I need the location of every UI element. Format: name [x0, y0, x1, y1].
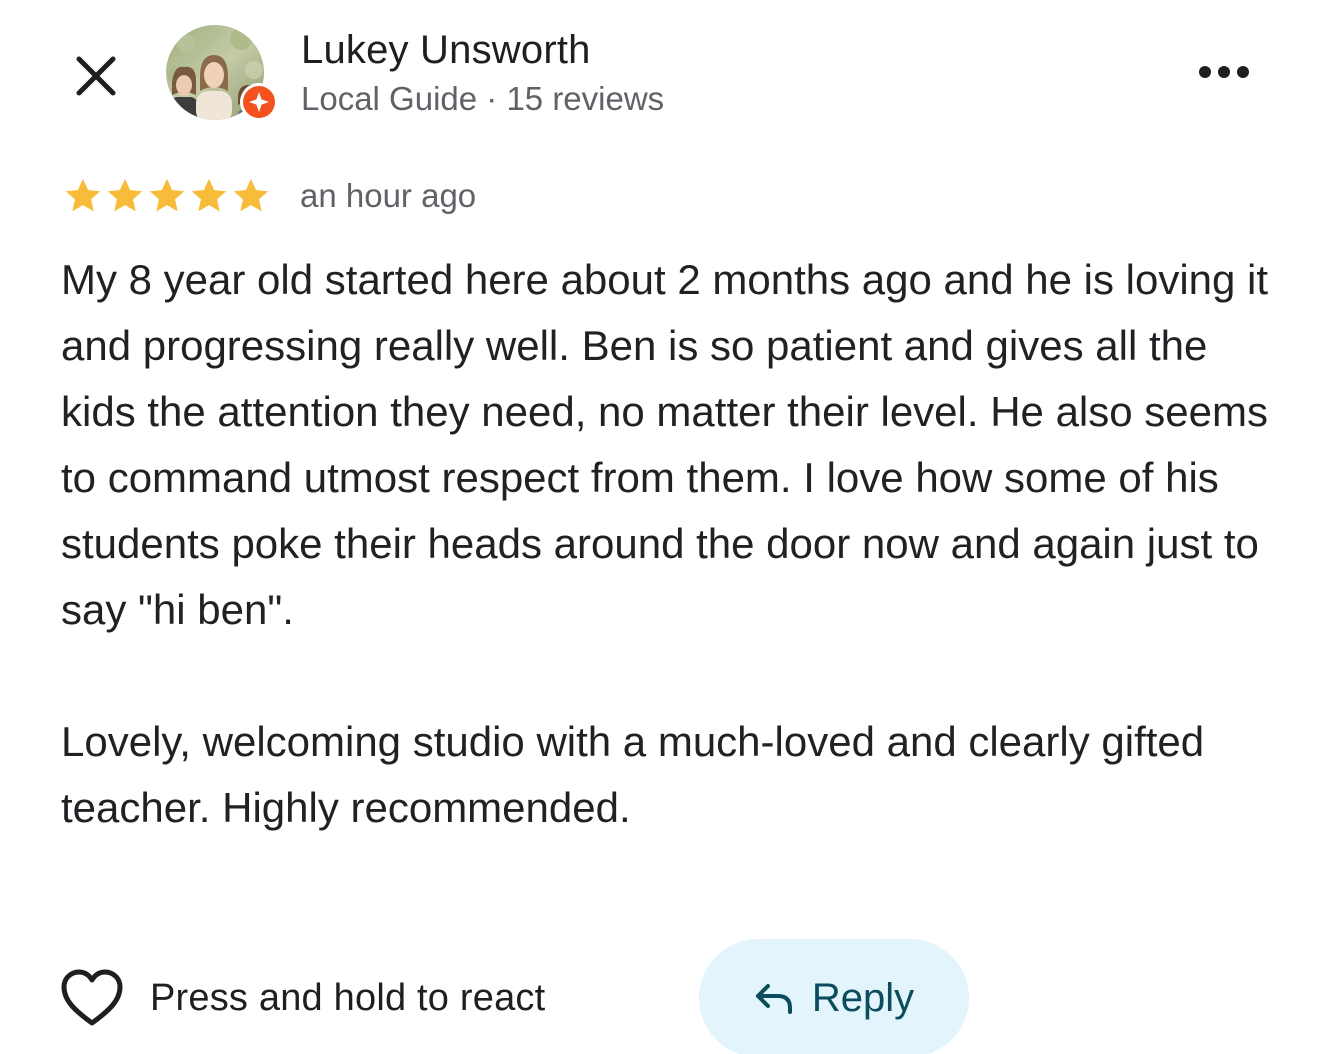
close-icon: [76, 56, 116, 96]
review-paragraph-1: My 8 year old started here about 2 month…: [61, 256, 1269, 633]
reply-arrow-icon: [755, 984, 792, 1014]
review-paragraph-2: Lovely, welcoming studio with a much-lov…: [61, 718, 1205, 831]
more-horiz-icon: [1199, 66, 1249, 78]
star-icon: [65, 178, 101, 212]
star-rating: [62, 175, 272, 217]
reply-label: Reply: [811, 975, 915, 1020]
review-timestamp: an hour ago: [300, 177, 477, 214]
star-icon: [191, 178, 227, 212]
review-detail-page: Lukey Unsworth Local Guide · 15 reviews …: [0, 0, 1319, 1054]
local-guide-badge-icon: [243, 86, 275, 118]
close-button[interactable]: [66, 46, 126, 106]
review-text: My 8 year old started here about 2 month…: [61, 247, 1291, 841]
more-options-button[interactable]: [1192, 50, 1256, 94]
rating-row: an hour ago: [62, 172, 476, 220]
reviewer-name[interactable]: Lukey Unsworth: [301, 26, 591, 74]
react-label: Press and hold to react: [150, 976, 546, 1019]
star-icon: [149, 178, 185, 212]
react-button[interactable]: Press and hold to react: [60, 964, 545, 1032]
reviewer-avatar-group[interactable]: [166, 25, 278, 121]
heart-outline-icon: [61, 969, 123, 1026]
reviewer-meta: Local Guide · 15 reviews: [301, 80, 665, 117]
reply-button[interactable]: Reply: [699, 939, 969, 1054]
star-icon: [107, 178, 143, 212]
star-icon: [233, 178, 269, 212]
local-guide-badge: [240, 83, 278, 121]
